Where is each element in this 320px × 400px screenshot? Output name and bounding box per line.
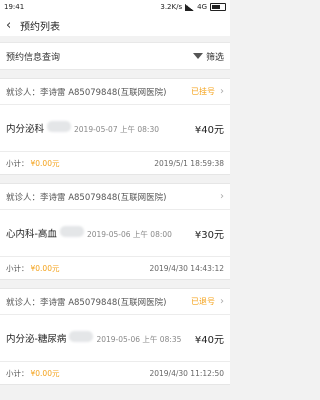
subtotal-value: ¥0.00元: [30, 263, 60, 273]
card-header[interactable]: 就诊人：李诗雷 A85079848(互联网医院) 已挂号 ›: [0, 79, 230, 105]
status-badge: 已退号: [191, 297, 215, 306]
chevron-right-icon[interactable]: ›: [220, 86, 224, 97]
appointment-datetime: 2019-05-06 上午 08:35: [96, 335, 182, 344]
patient-info: 就诊人：李诗雷 A85079848(互联网医院): [6, 297, 167, 308]
patient-info: 就诊人：李诗雷 A85079848(互联网医院): [6, 87, 167, 98]
subtotal-label: 小计：: [6, 368, 29, 378]
battery-icon: [210, 3, 226, 11]
redacted-doctor: [59, 226, 84, 237]
filter-bar: 预约信息查询 筛选: [0, 42, 230, 70]
appointment-datetime: 2019-05-06 上午 08:00: [86, 230, 172, 239]
department: 内分泌-糖尿病: [6, 334, 67, 345]
card-footer: 小计： ¥0.00元 2019/4/30 11:12:50: [0, 362, 230, 384]
card-footer: 小计： ¥0.00元 2019/4/30 14:43:12: [0, 257, 230, 279]
chevron-right-icon[interactable]: ›: [220, 191, 224, 202]
funnel-icon: [192, 53, 203, 59]
subtotal-label: 小计：: [6, 263, 29, 273]
status-badge: 已挂号: [191, 87, 215, 96]
card-body: 内分泌科 2019-05-07 上午 08:30 ¥40元: [0, 105, 230, 152]
filter-button[interactable]: 筛选: [192, 50, 224, 63]
appointment-datetime: 2019-05-07 上午 08:30: [74, 125, 159, 134]
patient-info: 就诊人：李诗雷 A85079848(互联网医院): [6, 192, 167, 203]
back-icon[interactable]: ‹: [6, 19, 18, 32]
appointment-card[interactable]: 就诊人：李诗雷 A85079848(互联网医院) 已退号 › 内分泌-糖尿病 2…: [0, 288, 230, 385]
network-speed: 3.2K/s: [160, 3, 183, 11]
network-type: 4G: [197, 3, 207, 11]
subtotal-value: ¥0.00元: [30, 158, 60, 168]
status-bar: 19:41 3.2K/s 4G: [0, 0, 230, 14]
subtotal-label: 小计：: [6, 158, 29, 168]
appointment-card[interactable]: 就诊人：李诗雷 A85079848(互联网医院) › 心内科-高血 2019-0…: [0, 183, 230, 280]
clock: 19:41: [4, 3, 25, 11]
price: ¥40元: [194, 124, 224, 136]
card-header[interactable]: 就诊人：李诗雷 A85079848(互联网医院) ›: [0, 184, 230, 210]
card-footer: 小计： ¥0.00元 2019/5/1 18:59:38: [0, 152, 230, 174]
redacted-doctor: [69, 331, 94, 342]
filter-label: 筛选: [205, 52, 224, 63]
redacted-doctor: [47, 121, 72, 132]
page-title: 预约列表: [20, 21, 60, 33]
department: 内分泌科: [6, 124, 45, 135]
appointment-list: 就诊人：李诗雷 A85079848(互联网医院) 已挂号 › 内分泌科 2019…: [0, 78, 230, 385]
timestamp: 2019/4/30 14:43:12: [149, 263, 224, 273]
timestamp: 2019/4/30 11:12:50: [149, 368, 224, 378]
card-header[interactable]: 就诊人：李诗雷 A85079848(互联网医院) 已退号 ›: [0, 289, 230, 315]
price: ¥30元: [194, 229, 224, 241]
timestamp: 2019/5/1 18:59:38: [154, 158, 224, 168]
department: 心内科-高血: [6, 229, 57, 240]
card-body: 内分泌-糖尿病 2019-05-06 上午 08:35 ¥40元: [0, 315, 230, 362]
nav-bar: ‹ 预约列表: [0, 14, 230, 36]
subtotal-value: ¥0.00元: [30, 368, 60, 378]
query-title: 预约信息查询: [6, 52, 61, 63]
card-body: 心内科-高血 2019-05-06 上午 08:00 ¥30元: [0, 210, 230, 257]
signal-icon: [185, 3, 195, 11]
appointment-card[interactable]: 就诊人：李诗雷 A85079848(互联网医院) 已挂号 › 内分泌科 2019…: [0, 78, 230, 175]
chevron-right-icon[interactable]: ›: [220, 296, 224, 307]
price: ¥40元: [194, 334, 224, 346]
